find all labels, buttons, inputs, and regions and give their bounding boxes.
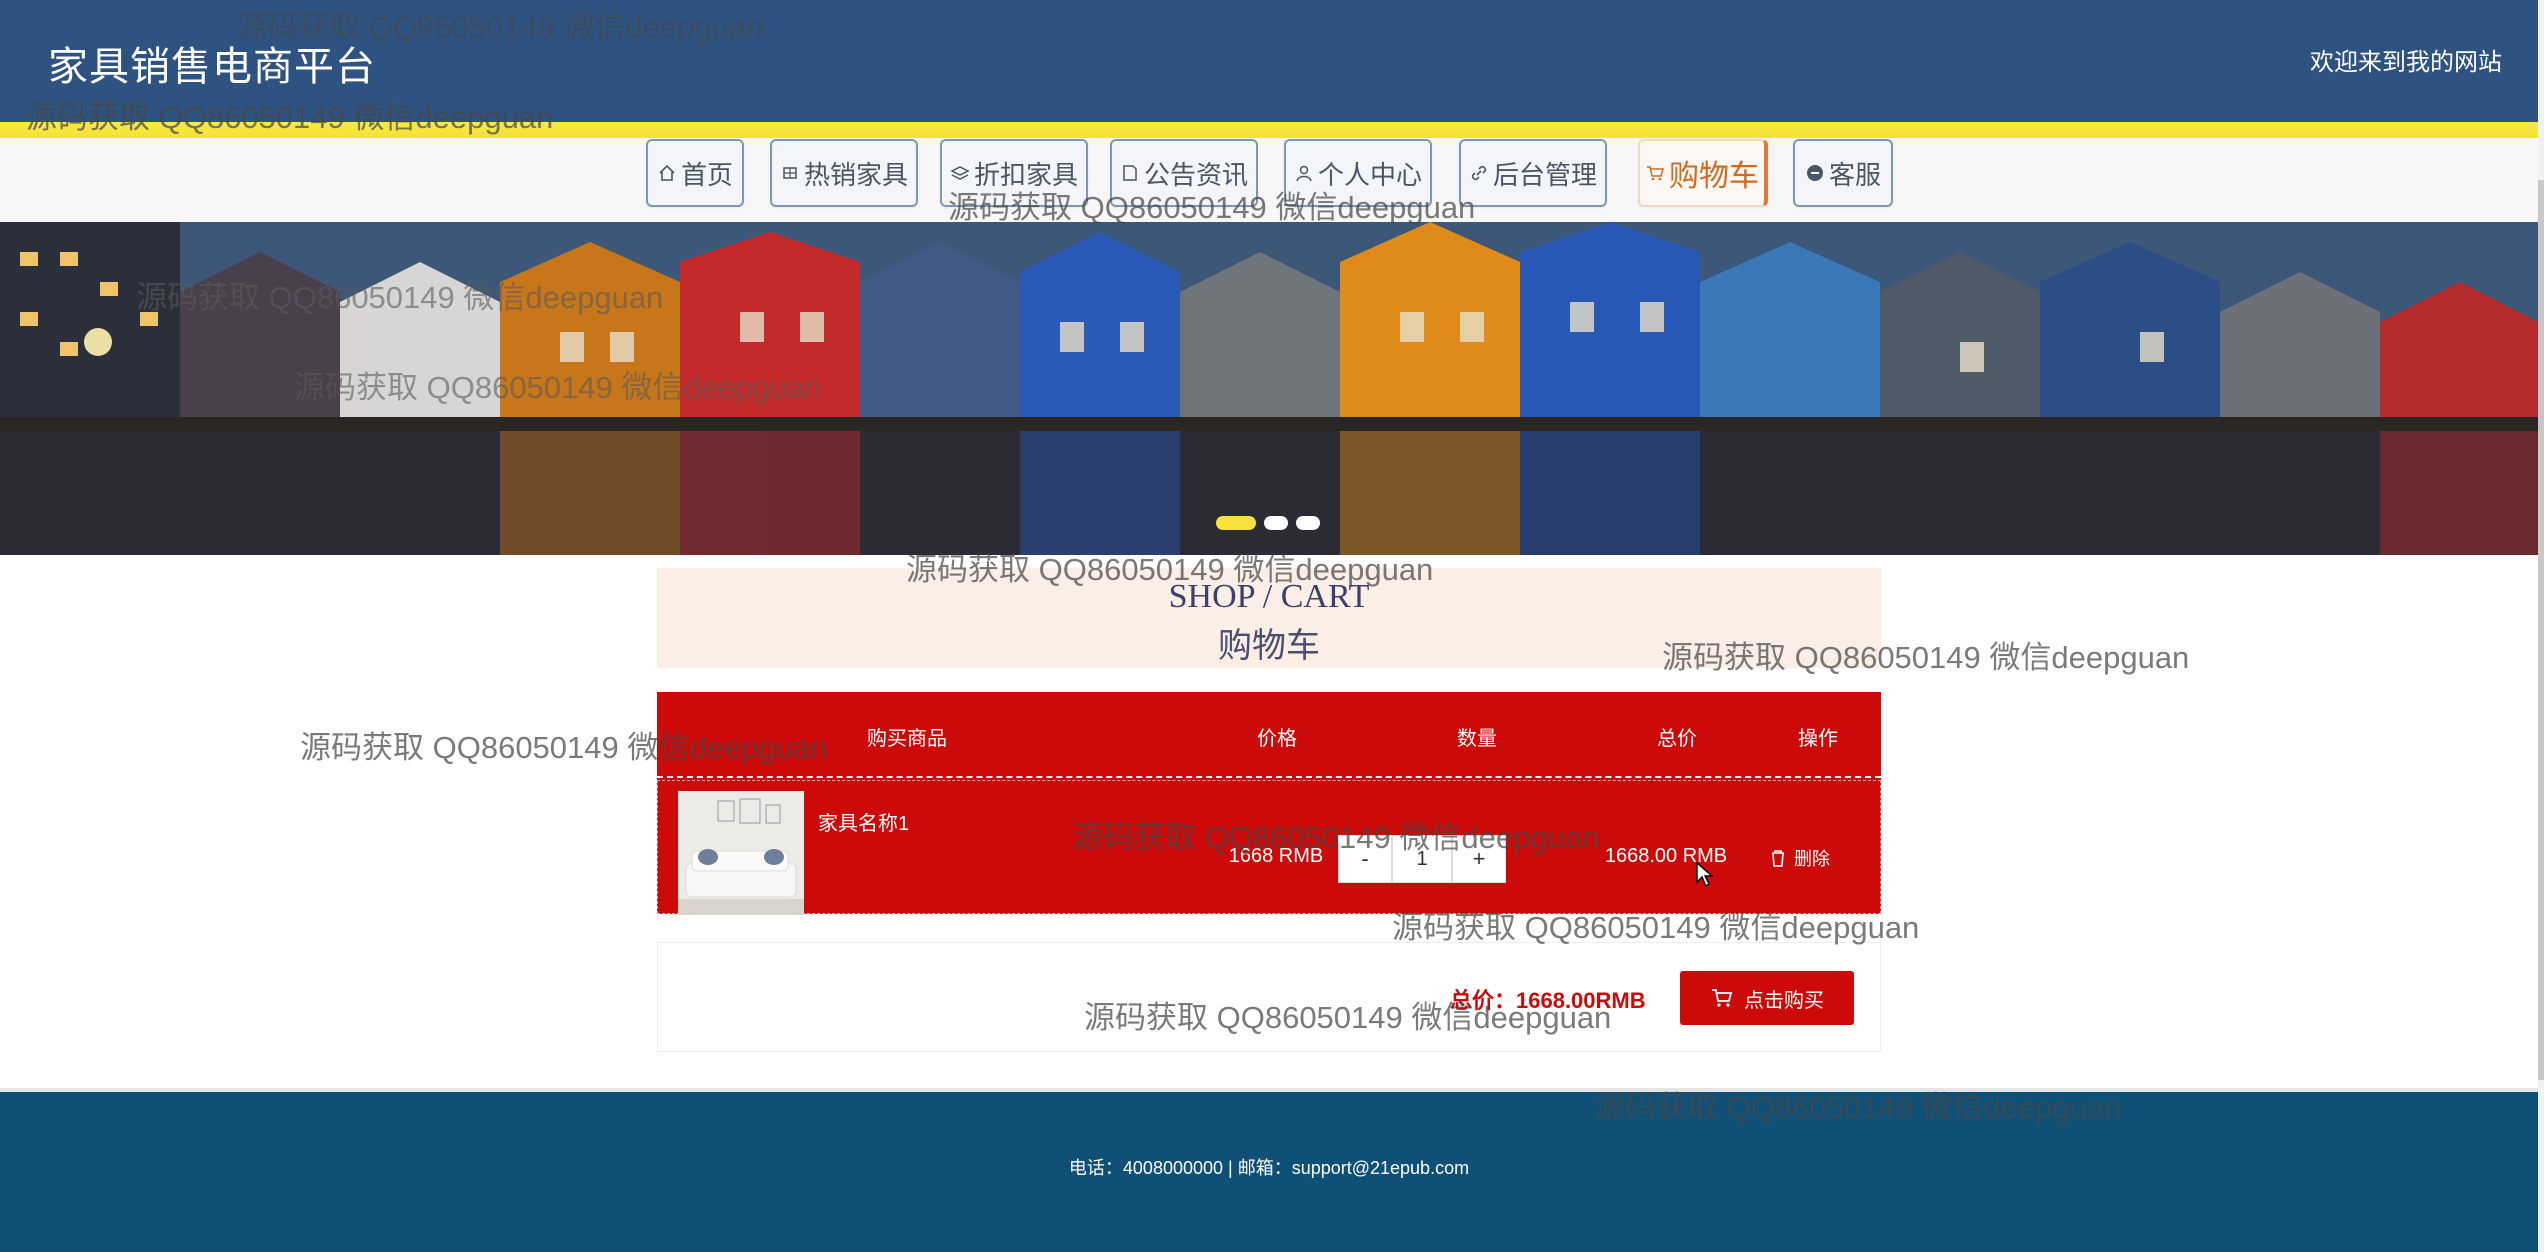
quantity-increase-button[interactable]: +: [1452, 835, 1506, 883]
cart-icon: [1712, 989, 1733, 1007]
nav-item-admin[interactable]: 后台管理: [1459, 139, 1607, 207]
chat-icon: [1806, 165, 1823, 181]
grid-icon: [783, 167, 797, 179]
column-header-actions: 操作: [1798, 728, 1838, 750]
delete-button[interactable]: 删除: [1770, 845, 1830, 871]
carousel-dot[interactable]: [1216, 516, 1256, 530]
home-icon: [659, 164, 675, 181]
cart-icon: [1647, 166, 1664, 181]
nav-label: 后台管理: [1492, 159, 1597, 190]
banner-image: [0, 222, 2538, 555]
nav-item-customer-service[interactable]: 客服: [1793, 139, 1893, 207]
quantity-decrease-button[interactable]: -: [1338, 835, 1392, 883]
main-nav: 首页 热销家具 折扣家具 公告资讯 个人中心 后台管理 购物车 客服: [0, 138, 2538, 222]
layers-icon: [950, 166, 970, 180]
cart-heading-cn: 购物车: [1218, 627, 1320, 665]
column-header-product: 购买商品: [867, 728, 947, 750]
cart-total: 总价：1668.00RMB: [1450, 988, 1646, 1013]
nav-item-cart[interactable]: 购物车: [1638, 139, 1768, 207]
site-header: 家具销售电商平台 欢迎来到我的网站: [0, 0, 2538, 122]
banner-carousel[interactable]: [0, 222, 2538, 555]
column-header-total: 总价: [1657, 728, 1697, 750]
nav-label: 热销家具: [803, 159, 908, 190]
welcome-text: 欢迎来到我的网站: [2310, 49, 2502, 76]
nav-label: 折扣家具: [973, 159, 1078, 190]
page-scrollbar[interactable]: [2538, 0, 2544, 1252]
cart-heading-en: SHOP / CART: [1168, 578, 1370, 615]
header-accent-strip: [0, 122, 2538, 138]
quantity-input[interactable]: 1: [1392, 835, 1452, 883]
cart-summary: 总价：1668.00RMB 点击购买: [657, 942, 1881, 1052]
column-header-quantity: 数量: [1457, 728, 1497, 750]
row-total: 1668.00 RMB: [1604, 845, 1728, 867]
nav-item-home[interactable]: 首页: [646, 139, 744, 207]
site-footer: 电话：4008000000 | 邮箱：support@21epub.com: [0, 1092, 2538, 1252]
trash-icon: [1772, 850, 1784, 867]
nav-label: 公告资讯: [1143, 159, 1248, 190]
product-name[interactable]: 家具名称1: [818, 807, 909, 836]
nav-item-personal-center[interactable]: 个人中心: [1284, 139, 1432, 207]
table-row: 家具名称1 1668 RMB - 1 + 1668.00 RMB 删除: [657, 780, 1881, 915]
carousel-dot[interactable]: [1264, 516, 1288, 530]
user-icon: [1296, 165, 1312, 182]
buy-button[interactable]: 点击购买: [1680, 971, 1854, 1025]
quantity-stepper: - 1 +: [1338, 835, 1506, 883]
site-title[interactable]: 家具销售电商平台: [48, 34, 376, 92]
footer-contact: 电话：4008000000 | 邮箱：support@21epub.com: [1068, 1158, 1470, 1178]
column-header-price: 价格: [1257, 728, 1297, 750]
product-price: 1668 RMB: [1228, 845, 1324, 867]
nav-label: 客服: [1828, 159, 1881, 190]
nav-item-announcements[interactable]: 公告资讯: [1110, 139, 1258, 207]
carousel-indicators: [1216, 516, 1320, 530]
scrollbar-thumb[interactable]: [2538, 180, 2544, 1080]
note-icon: [1123, 165, 1137, 181]
nav-item-hot-furniture[interactable]: 热销家具: [770, 139, 918, 207]
cart-heading: SHOP / CART 购物车: [657, 568, 1881, 668]
mouse-cursor-icon: [1696, 862, 1714, 888]
table-header: 购买商品 价格 数量 总价 操作: [657, 692, 1881, 778]
product-thumbnail[interactable]: [678, 791, 804, 915]
nav-label: 首页: [680, 159, 733, 190]
nav-label: 购物车: [1669, 160, 1759, 193]
buy-label: 点击购买: [1744, 989, 1824, 1012]
delete-label: 删除: [1794, 849, 1830, 869]
link-icon: [1471, 165, 1487, 181]
nav-item-discount-furniture[interactable]: 折扣家具: [940, 139, 1088, 207]
nav-label: 个人中心: [1317, 159, 1422, 190]
carousel-dot[interactable]: [1296, 516, 1320, 530]
